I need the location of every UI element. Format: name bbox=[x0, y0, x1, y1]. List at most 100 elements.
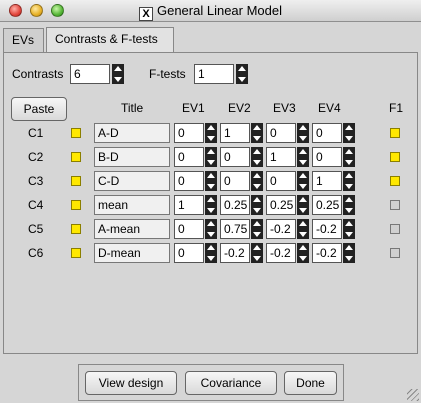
ev4-value-field[interactable]: 0 bbox=[312, 123, 342, 143]
ev2-value-field[interactable]: 0.75 bbox=[220, 219, 250, 239]
ftests-count-field[interactable]: 1 bbox=[194, 64, 234, 84]
stepper-up-icon[interactable] bbox=[205, 219, 217, 229]
resize-grip-icon[interactable] bbox=[407, 389, 419, 401]
f1-include-checkbox[interactable] bbox=[390, 176, 400, 186]
stepper-up-icon[interactable] bbox=[205, 147, 217, 157]
contrast-enable-checkbox[interactable] bbox=[71, 176, 81, 186]
contrast-title-field[interactable]: A-D bbox=[94, 123, 170, 143]
ev4-value-field[interactable]: -0.2 bbox=[312, 219, 342, 239]
stepper-up-icon[interactable] bbox=[297, 243, 309, 253]
stepper-down-icon[interactable] bbox=[343, 181, 355, 191]
ev2-value-field[interactable]: 0.25 bbox=[220, 195, 250, 215]
stepper-up-icon[interactable] bbox=[251, 243, 263, 253]
stepper-up-icon[interactable] bbox=[297, 219, 309, 229]
ev3-value-field[interactable]: 0 bbox=[266, 123, 296, 143]
contrast-title-field[interactable]: mean bbox=[94, 195, 170, 215]
ev1-stepper[interactable] bbox=[205, 147, 217, 167]
stepper-up-icon[interactable] bbox=[251, 123, 263, 133]
stepper-down-icon[interactable] bbox=[251, 253, 263, 263]
ev4-value-field[interactable]: 0 bbox=[312, 147, 342, 167]
stepper-up-icon[interactable] bbox=[297, 171, 309, 181]
stepper-down-icon[interactable] bbox=[343, 229, 355, 239]
ev1-value-field[interactable]: 0 bbox=[174, 243, 204, 263]
paste-button[interactable]: Paste bbox=[11, 97, 67, 121]
stepper-up-icon[interactable] bbox=[251, 195, 263, 205]
ev4-stepper[interactable] bbox=[343, 243, 355, 263]
contrast-enable-checkbox[interactable] bbox=[71, 152, 81, 162]
stepper-up-icon[interactable] bbox=[251, 147, 263, 157]
stepper-up-icon[interactable] bbox=[205, 243, 217, 253]
ev1-value-field[interactable]: 0 bbox=[174, 123, 204, 143]
ev3-stepper[interactable] bbox=[297, 219, 309, 239]
stepper-down-icon[interactable] bbox=[297, 205, 309, 215]
ev1-stepper[interactable] bbox=[205, 123, 217, 143]
stepper-up-icon[interactable] bbox=[343, 147, 355, 157]
f1-include-checkbox[interactable] bbox=[390, 128, 400, 138]
ev2-stepper[interactable] bbox=[251, 171, 263, 191]
stepper-up-icon[interactable] bbox=[343, 171, 355, 181]
stepper-down-icon[interactable] bbox=[236, 74, 248, 84]
ev1-stepper[interactable] bbox=[205, 243, 217, 263]
stepper-down-icon[interactable] bbox=[297, 133, 309, 143]
contrast-enable-checkbox[interactable] bbox=[71, 128, 81, 138]
stepper-up-icon[interactable] bbox=[251, 171, 263, 181]
stepper-up-icon[interactable] bbox=[343, 243, 355, 253]
ev3-value-field[interactable]: 1 bbox=[266, 147, 296, 167]
ev4-stepper[interactable] bbox=[343, 171, 355, 191]
ev2-stepper[interactable] bbox=[251, 243, 263, 263]
ev2-value-field[interactable]: 1 bbox=[220, 123, 250, 143]
stepper-down-icon[interactable] bbox=[297, 229, 309, 239]
stepper-down-icon[interactable] bbox=[343, 157, 355, 167]
stepper-up-icon[interactable] bbox=[112, 64, 124, 74]
ev1-value-field[interactable]: 0 bbox=[174, 171, 204, 191]
ev1-value-field[interactable]: 0 bbox=[174, 219, 204, 239]
stepper-up-icon[interactable] bbox=[236, 64, 248, 74]
contrast-title-field[interactable]: B-D bbox=[94, 147, 170, 167]
contrast-enable-checkbox[interactable] bbox=[71, 224, 81, 234]
ev2-stepper[interactable] bbox=[251, 219, 263, 239]
f1-include-checkbox[interactable] bbox=[390, 224, 400, 234]
stepper-down-icon[interactable] bbox=[251, 205, 263, 215]
stepper-down-icon[interactable] bbox=[112, 74, 124, 84]
ev3-stepper[interactable] bbox=[297, 243, 309, 263]
stepper-up-icon[interactable] bbox=[251, 219, 263, 229]
stepper-down-icon[interactable] bbox=[251, 157, 263, 167]
f1-include-checkbox[interactable] bbox=[390, 200, 400, 210]
stepper-down-icon[interactable] bbox=[297, 181, 309, 191]
ev3-stepper[interactable] bbox=[297, 123, 309, 143]
ev4-value-field[interactable]: -0.2 bbox=[312, 243, 342, 263]
contrasts-count-stepper[interactable] bbox=[112, 64, 124, 84]
stepper-down-icon[interactable] bbox=[343, 133, 355, 143]
ev1-stepper[interactable] bbox=[205, 219, 217, 239]
ev2-stepper[interactable] bbox=[251, 123, 263, 143]
stepper-up-icon[interactable] bbox=[343, 123, 355, 133]
tab-contrasts-ftests[interactable]: Contrasts & F-tests bbox=[46, 27, 174, 53]
ev3-value-field[interactable]: -0.2 bbox=[266, 243, 296, 263]
ev1-stepper[interactable] bbox=[205, 171, 217, 191]
ev2-value-field[interactable]: 0 bbox=[220, 171, 250, 191]
ev3-stepper[interactable] bbox=[297, 147, 309, 167]
stepper-down-icon[interactable] bbox=[205, 157, 217, 167]
stepper-down-icon[interactable] bbox=[205, 205, 217, 215]
stepper-down-icon[interactable] bbox=[205, 229, 217, 239]
stepper-up-icon[interactable] bbox=[343, 195, 355, 205]
stepper-down-icon[interactable] bbox=[205, 253, 217, 263]
ev1-value-field[interactable]: 0 bbox=[174, 147, 204, 167]
contrast-title-field[interactable]: D-mean bbox=[94, 243, 170, 263]
stepper-down-icon[interactable] bbox=[205, 181, 217, 191]
contrast-enable-checkbox[interactable] bbox=[71, 200, 81, 210]
stepper-up-icon[interactable] bbox=[297, 195, 309, 205]
stepper-down-icon[interactable] bbox=[251, 229, 263, 239]
ev4-stepper[interactable] bbox=[343, 195, 355, 215]
ev3-value-field[interactable]: 0.25 bbox=[266, 195, 296, 215]
covariance-button[interactable]: Covariance bbox=[185, 371, 277, 395]
ev4-stepper[interactable] bbox=[343, 219, 355, 239]
ev4-stepper[interactable] bbox=[343, 147, 355, 167]
ev4-value-field[interactable]: 1 bbox=[312, 171, 342, 191]
stepper-down-icon[interactable] bbox=[205, 133, 217, 143]
stepper-up-icon[interactable] bbox=[205, 171, 217, 181]
stepper-down-icon[interactable] bbox=[251, 181, 263, 191]
stepper-down-icon[interactable] bbox=[343, 253, 355, 263]
stepper-up-icon[interactable] bbox=[205, 195, 217, 205]
stepper-up-icon[interactable] bbox=[205, 123, 217, 133]
